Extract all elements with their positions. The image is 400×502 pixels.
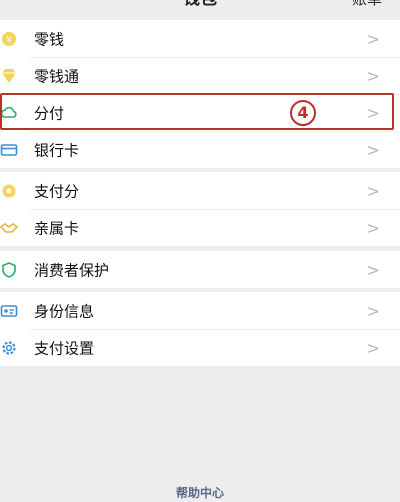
menu-item-payment-score[interactable]: 支付分 > [0,172,400,209]
menu-item-family-card[interactable]: 亲属卡 > [0,209,400,246]
menu-item-label: 零钱通 [34,67,80,85]
wallet-group-3: 消费者保护 > [0,251,400,288]
wallet-group-4: 身份信息 > 支付设置 > [0,292,400,366]
gear-icon [0,339,18,357]
menu-item-fenfu[interactable]: 分付 > [0,94,400,131]
card-icon [0,141,18,159]
chevron-right-icon: > [366,103,380,122]
coin-icon: ¥ [0,30,18,48]
chevron-right-icon: > [366,218,380,237]
menu-item-label: 消费者保护 [34,261,110,279]
menu-item-label: 支付设置 [34,339,95,357]
menu-item-payment-settings[interactable]: 支付设置 > [0,329,400,366]
top-bar: 钱包 账单 [0,0,400,12]
chevron-right-icon: > [366,338,380,357]
cloud-icon [0,104,18,122]
menu-item-consumer-protection[interactable]: 消费者保护 > [0,251,400,288]
shield-icon [0,261,18,279]
menu-item-change-pass[interactable]: 零钱通 > [0,57,400,94]
wallet-group-1: ¥ 零钱 > 零钱通 > 分付 > 银行卡 > [0,20,400,168]
svg-text:¥: ¥ [6,35,12,45]
chevron-right-icon: > [366,66,380,85]
bill-link[interactable]: 账单 [352,0,382,10]
menu-item-change[interactable]: ¥ 零钱 > [0,20,400,57]
wallet-group-2: 支付分 > 亲属卡 > [0,172,400,246]
chevron-right-icon: > [366,260,380,279]
menu-item-label: 身份信息 [34,302,95,320]
chevron-right-icon: > [366,29,380,48]
help-center-link[interactable]: 帮助中心 [0,484,400,501]
menu-item-bank-card[interactable]: 银行卡 > [0,131,400,168]
page-title: 钱包 [0,0,400,10]
id-card-icon [0,302,18,320]
menu-item-label: 亲属卡 [34,219,80,237]
chevron-right-icon: > [366,140,380,159]
diamond-icon [0,67,18,85]
score-icon [0,182,18,200]
menu-item-label: 零钱 [34,30,65,48]
menu-item-label: 支付分 [34,182,80,200]
step-number-badge: 4 [290,100,316,126]
handshake-icon [0,219,18,237]
menu-item-label: 银行卡 [34,141,80,159]
menu-item-label: 分付 [34,104,65,122]
menu-item-identity-info[interactable]: 身份信息 > [0,292,400,329]
chevron-right-icon: > [366,181,380,200]
chevron-right-icon: > [366,301,380,320]
